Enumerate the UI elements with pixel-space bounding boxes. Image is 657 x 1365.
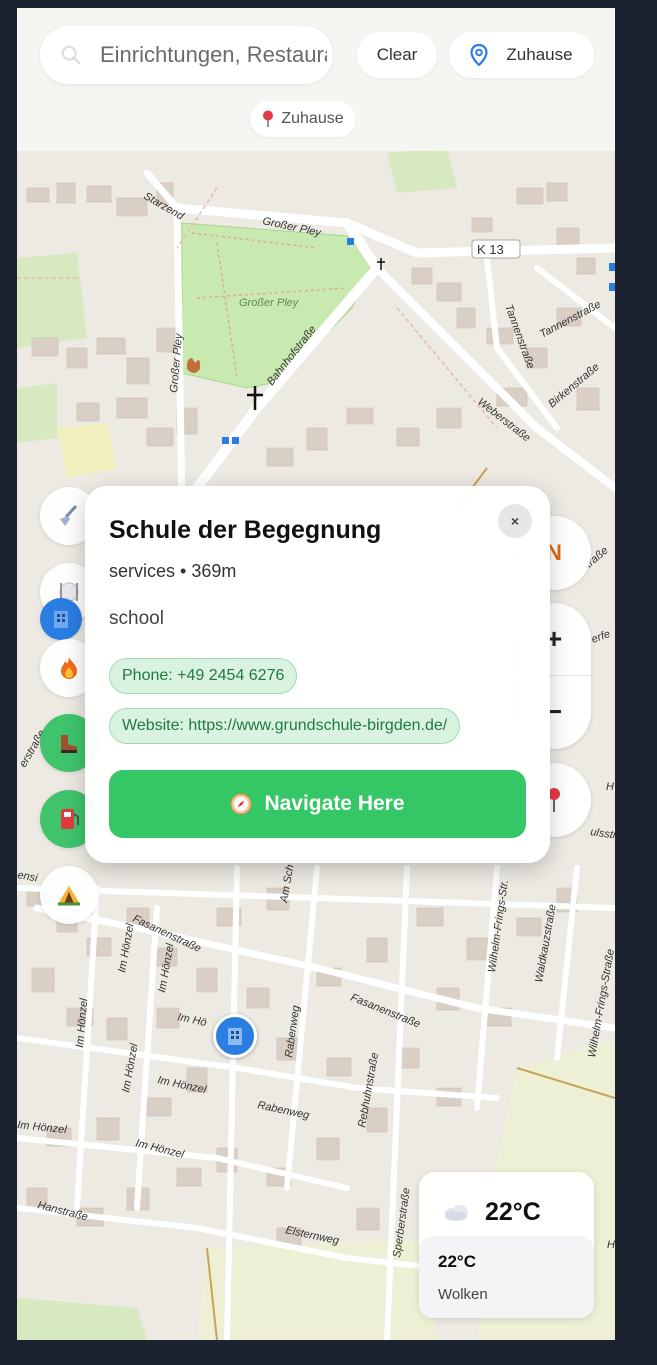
- building-icon: [54, 611, 68, 628]
- broom-icon: [60, 504, 78, 526]
- weather-details: 22°C Wolken: [419, 1236, 594, 1318]
- fire-icon: [61, 657, 77, 679]
- navigate-label: Navigate Here: [264, 792, 405, 815]
- map-app: Starzend Großer Pley K 13 Großer Pley Gr…: [17, 8, 615, 1340]
- search-input[interactable]: [100, 42, 327, 68]
- hiking-boot-icon: [61, 735, 77, 753]
- street-label: K 13: [477, 242, 504, 257]
- home-location-chip[interactable]: Zuhause: [250, 101, 356, 137]
- compass-icon: [230, 793, 252, 815]
- location-pin-icon: [470, 44, 489, 66]
- home-button[interactable]: Zuhause: [449, 32, 594, 78]
- home-chip-label: Zuhause: [281, 110, 344, 127]
- close-button[interactable]: ×: [498, 504, 532, 538]
- street-label: Großer Pley: [239, 297, 300, 309]
- fuel-icon: [61, 809, 79, 829]
- cloud-icon: [445, 1205, 468, 1221]
- website-link[interactable]: Website: https://www.grundschule-birgden…: [109, 708, 461, 744]
- place-type: school: [109, 608, 164, 629]
- search-icon: [61, 45, 81, 65]
- building-category-button[interactable]: [40, 598, 82, 640]
- weather-detail-temperature: 22°C: [438, 1252, 476, 1271]
- search-bar[interactable]: [40, 26, 333, 84]
- street-label: H: [606, 781, 614, 793]
- place-title: Schule der Begegnung: [109, 516, 382, 544]
- weather-temperature: 22°C: [485, 1198, 541, 1226]
- camping-icon: [58, 886, 80, 906]
- red-pin-icon: [262, 110, 274, 128]
- camping-category-button[interactable]: [40, 866, 98, 924]
- weather-widget[interactable]: 22°C 22°C Wolken: [419, 1172, 594, 1318]
- clear-button-label: Clear: [376, 45, 418, 64]
- close-icon: ×: [510, 513, 520, 529]
- building-icon: [228, 1028, 242, 1045]
- top-bar: Clear Zuhause Zuhause: [17, 8, 615, 151]
- street-label: H: [607, 1239, 615, 1251]
- navigate-here-button[interactable]: Navigate Here: [109, 770, 526, 838]
- weather-description: Wolken: [438, 1286, 488, 1303]
- clear-button[interactable]: Clear: [357, 32, 437, 78]
- place-category-distance: services • 369m: [109, 561, 237, 581]
- school-map-marker[interactable]: [213, 1014, 257, 1058]
- place-details-popup: Schule der Begegnung × services • 369m s…: [85, 486, 550, 863]
- home-button-label: Zuhause: [506, 45, 573, 64]
- phone-link[interactable]: Phone: +49 2454 6276: [109, 658, 298, 694]
